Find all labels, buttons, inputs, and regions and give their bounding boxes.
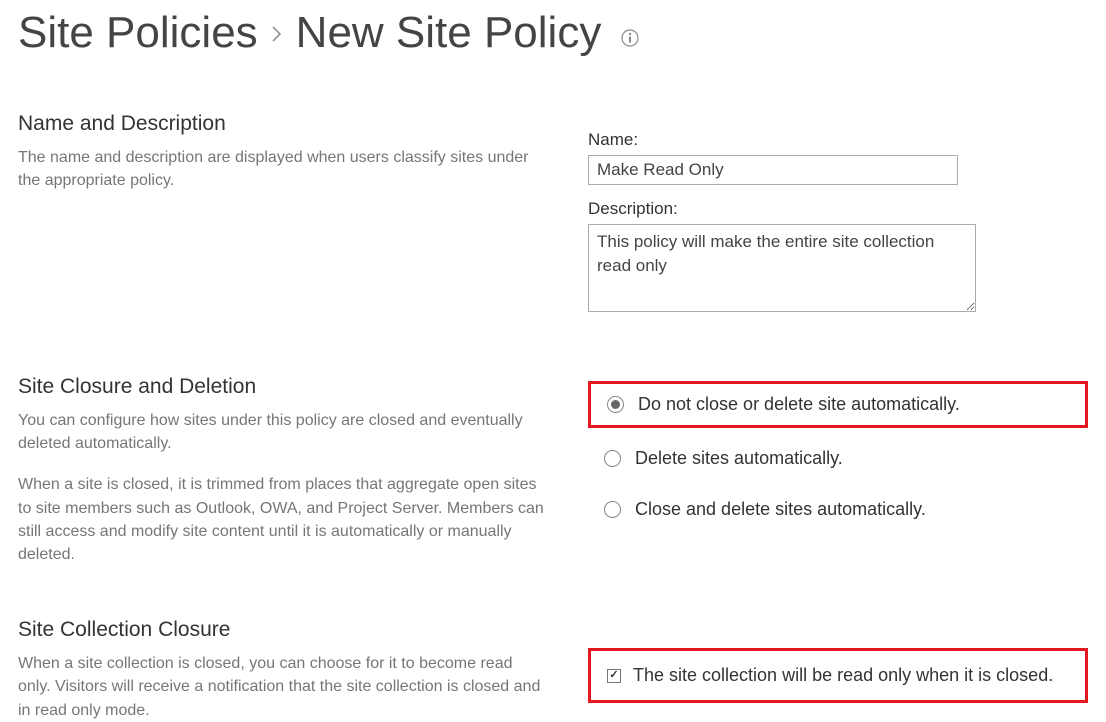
breadcrumb-parent[interactable]: Site Policies <box>18 8 258 58</box>
section-name-description: Name and Description The name and descri… <box>18 112 1088 331</box>
section-desc-closure1: You can configure how sites under this p… <box>18 409 548 455</box>
radio-option-do-not-close[interactable]: Do not close or delete site automaticall… <box>588 381 1088 428</box>
page-title: New Site Policy <box>296 8 602 58</box>
checkbox-readonly-on-close[interactable]: The site collection will be read only wh… <box>588 648 1088 703</box>
name-label: Name: <box>588 130 1088 150</box>
section-heading-name: Name and Description <box>18 112 548 136</box>
name-input[interactable] <box>588 155 958 185</box>
info-icon[interactable] <box>621 29 639 47</box>
radio-icon[interactable] <box>604 501 621 518</box>
checkbox-label: The site collection will be read only wh… <box>633 665 1053 686</box>
radio-option-close-delete-auto[interactable]: Close and delete sites automatically. <box>588 489 1088 530</box>
radio-label: Delete sites automatically. <box>635 448 843 469</box>
section-desc-closure2: When a site is closed, it is trimmed fro… <box>18 473 548 566</box>
breadcrumb: Site Policies New Site Policy <box>18 0 1088 82</box>
checkbox-icon[interactable] <box>607 669 621 683</box>
section-site-collection-closure: Site Collection Closure When a site coll… <box>18 618 1088 722</box>
section-desc-name: The name and description are displayed w… <box>18 146 548 192</box>
section-heading-closure: Site Closure and Deletion <box>18 375 548 399</box>
radio-label: Close and delete sites automatically. <box>635 499 926 520</box>
section-desc-collection: When a site collection is closed, you ca… <box>18 652 548 722</box>
description-label: Description: <box>588 199 1088 219</box>
chevron-right-icon <box>272 22 282 48</box>
radio-icon[interactable] <box>607 396 624 413</box>
radio-label: Do not close or delete site automaticall… <box>638 394 960 415</box>
section-site-closure: Site Closure and Deletion You can config… <box>18 375 1088 566</box>
radio-option-delete-auto[interactable]: Delete sites automatically. <box>588 438 1088 479</box>
radio-icon[interactable] <box>604 450 621 467</box>
section-heading-collection: Site Collection Closure <box>18 618 548 642</box>
description-textarea[interactable] <box>588 224 976 312</box>
